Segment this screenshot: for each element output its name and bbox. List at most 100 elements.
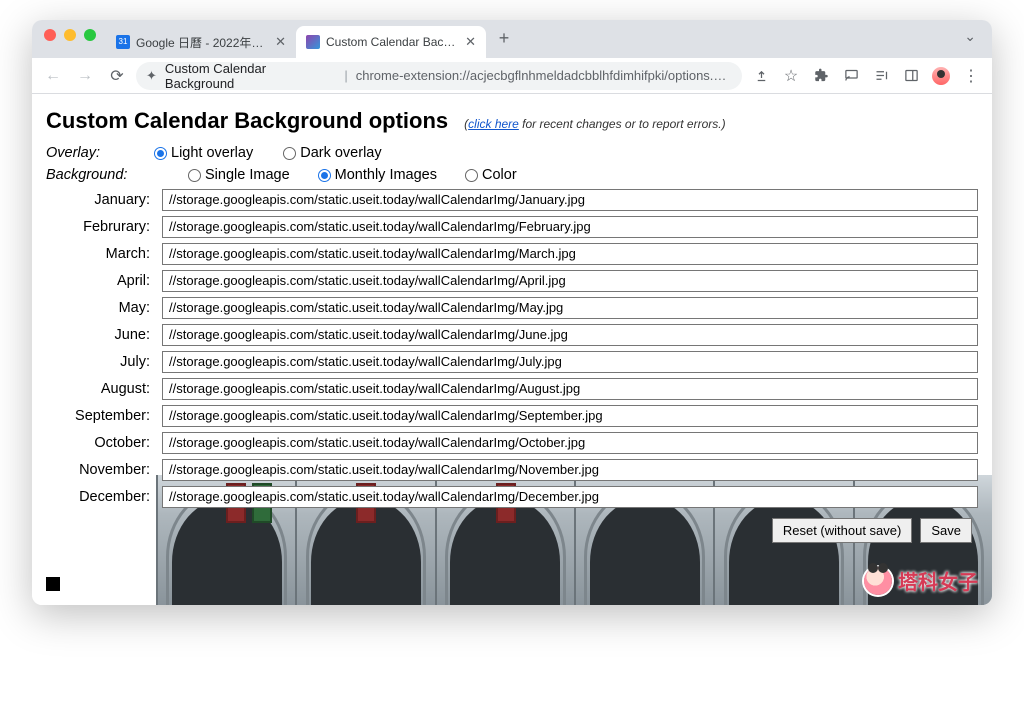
monthly-images-list: January: Februrary: March: April: May: June: J… [46,186,978,510]
reset-button[interactable]: Reset (without save) [772,518,913,543]
maximize-window-button[interactable] [84,29,96,41]
overlay-radio-dark[interactable]: Dark overlay [283,145,381,161]
recent-changes-note: (click here for recent changes or to rep… [464,117,725,131]
month-url-input[interactable] [162,405,978,427]
month-url-input[interactable] [162,486,978,508]
month-url-input[interactable] [162,324,978,346]
sidepanel-icon[interactable] [898,63,924,89]
month-url-input[interactable] [162,378,978,400]
month-label: March: [46,246,154,262]
tab-strip: Google 日曆 - 2022年4月 ✕ Custom Calendar Ba… [106,20,960,58]
radio-icon [283,147,296,160]
extensions-icon[interactable] [808,63,834,89]
gcal-favicon [116,35,130,49]
tab-label: Google 日曆 - 2022年4月 [136,34,269,51]
omnibox-separator: | [344,68,347,83]
month-url-input[interactable] [162,459,978,481]
month-label: January: [46,192,154,208]
month-label: June: [46,327,154,343]
radio-icon [465,169,478,182]
month-label: Februrary: [46,219,154,235]
month-url-input[interactable] [162,351,978,373]
share-icon[interactable] [748,63,774,89]
month-row: Februrary: [46,213,978,240]
close-tab-icon[interactable]: ✕ [465,34,476,50]
background-label: Background: [46,167,154,183]
action-buttons: Reset (without save) Save [46,510,978,553]
background-radio-color[interactable]: Color [465,167,517,183]
radio-icon [318,169,331,182]
toolbar-right: ☆ ⋮ [748,63,984,89]
page-content: Custom Calendar Background options (clic… [32,94,992,605]
watermark-text: 塔科女子 [898,566,978,595]
overlay-option-row: Overlay: Light overlay Dark overlay [46,142,978,164]
close-window-button[interactable] [44,29,56,41]
month-url-input[interactable] [162,216,978,238]
month-label: December: [46,489,154,505]
month-url-input[interactable] [162,432,978,454]
omnibox-url: chrome-extension://acjecbgflnhmeldadcbbl… [356,68,732,83]
month-label: October: [46,435,154,451]
tab-google-calendar[interactable]: Google 日曆 - 2022年4月 ✕ [106,26,296,58]
titlebar: Google 日曆 - 2022年4月 ✕ Custom Calendar Ba… [32,20,992,58]
tab-label: Custom Calendar Background o [326,35,459,49]
cursor-indicator [46,577,60,591]
month-row: January: [46,186,978,213]
month-url-input[interactable] [162,270,978,292]
overlay-radio-light[interactable]: Light overlay [154,145,253,161]
radio-label: Single Image [205,167,290,183]
month-row: July: [46,348,978,375]
month-row: December: [46,483,978,510]
cast-icon[interactable] [838,63,864,89]
recent-changes-link[interactable]: click here [468,117,519,131]
month-row: November: [46,456,978,483]
toolbar: ← → ⟳ ✦ Custom Calendar Background | chr… [32,58,992,94]
save-button[interactable]: Save [920,518,972,543]
minimize-window-button[interactable] [64,29,76,41]
forward-button[interactable]: → [72,63,98,89]
month-row: April: [46,267,978,294]
month-label: May: [46,300,154,316]
omnibox-title: Custom Calendar Background [165,62,336,90]
browser-window: Google 日曆 - 2022年4月 ✕ Custom Calendar Ba… [32,20,992,605]
new-tab-button[interactable]: + [490,24,518,52]
recent-changes-text: for recent changes or to report errors.) [519,117,726,131]
month-row: August: [46,375,978,402]
month-row: May: [46,294,978,321]
month-row: March: [46,240,978,267]
omnibox[interactable]: ✦ Custom Calendar Background | chrome-ex… [136,62,742,90]
radio-icon [154,147,167,160]
radio-label: Color [482,167,517,183]
month-label: July: [46,354,154,370]
close-tab-icon[interactable]: ✕ [275,34,286,50]
month-label: November: [46,462,154,478]
month-row: September: [46,402,978,429]
month-label: August: [46,381,154,397]
background-radio-monthly[interactable]: Monthly Images [318,167,437,183]
back-button[interactable]: ← [40,63,66,89]
month-url-input[interactable] [162,189,978,211]
background-radio-single[interactable]: Single Image [188,167,290,183]
extension-icon: ✦ [146,68,157,84]
tab-extension-options[interactable]: Custom Calendar Background o ✕ [296,26,486,58]
radio-label: Dark overlay [300,145,381,161]
radio-icon [188,169,201,182]
watermark-icon [864,567,892,595]
radio-label: Monthly Images [335,167,437,183]
profile-avatar[interactable] [928,63,954,89]
month-url-input[interactable] [162,243,978,265]
tab-overflow-button[interactable]: ⌄ [960,24,980,49]
watermark: 塔科女子 [864,566,978,595]
background-option-row: Background: Single Image Monthly Images … [46,164,978,186]
reload-button[interactable]: ⟳ [104,63,130,89]
page-title: Custom Calendar Background options [46,108,448,134]
menu-icon[interactable]: ⋮ [958,63,984,89]
traffic-lights [44,29,96,41]
month-row: June: [46,321,978,348]
reading-list-icon[interactable] [868,63,894,89]
month-row: October: [46,429,978,456]
ext-favicon [306,35,320,49]
bookmark-icon[interactable]: ☆ [778,63,804,89]
month-url-input[interactable] [162,297,978,319]
month-label: April: [46,273,154,289]
